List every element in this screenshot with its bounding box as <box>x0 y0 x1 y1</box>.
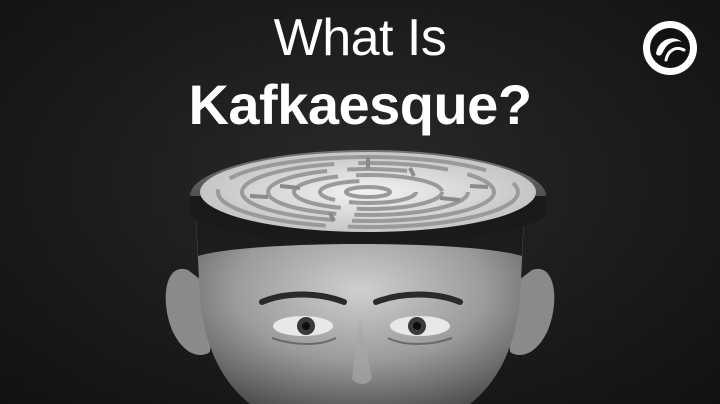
title-line-1: What Is <box>273 9 447 67</box>
thumbnail: What Is Kafkaesque? <box>0 0 720 404</box>
channel-logo-icon[interactable] <box>642 20 698 76</box>
title-line-2: Kafkaesque? <box>188 73 532 136</box>
